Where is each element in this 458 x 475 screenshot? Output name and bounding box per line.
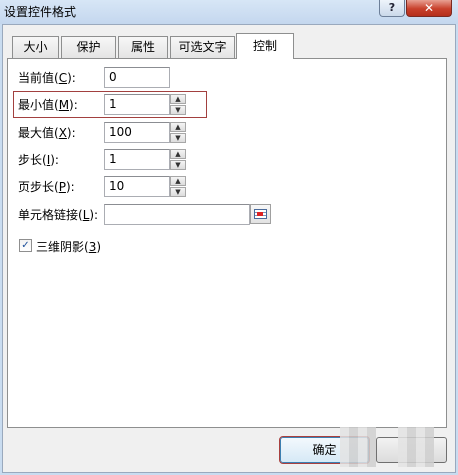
spin-up-icon[interactable]: ▲ [170,176,186,186]
help-button[interactable]: ? [379,0,405,17]
spin-down-icon[interactable]: ▼ [170,160,186,170]
spin-down-icon[interactable]: ▼ [170,187,186,197]
current-value-field[interactable]: 0 [104,67,170,88]
dialog-window: 设置控件格式 ? ✕ 大小 保护 属性 可选文字 控制 当前值(C): 0 最小… [0,0,458,475]
spin-down-icon[interactable]: ▼ [170,133,186,143]
spin-up-icon[interactable]: ▲ [170,94,186,104]
pixelated-overlay [398,427,434,467]
tab-properties[interactable]: 属性 [118,36,168,58]
spin-up-icon[interactable]: ▲ [170,149,186,159]
min-value-label: 最小值(M): [18,98,78,112]
tab-size[interactable]: 大小 [12,36,59,58]
cell-link-label: 单元格链接(L): [18,208,99,222]
spin-down-icon[interactable]: ▼ [170,105,186,115]
page-step-field[interactable]: 10 [104,176,170,197]
step-stepper[interactable]: ▲ ▼ [170,149,186,170]
tab-alt-text[interactable]: 可选文字 [170,36,235,58]
page-step-label: 页步长(P): [18,180,75,194]
shading-3d-checkbox[interactable]: ✓ [19,239,32,252]
tab-control[interactable]: 控制 [236,33,294,59]
cell-link-field[interactable] [104,204,250,225]
close-button[interactable]: ✕ [406,0,452,17]
max-value-stepper[interactable]: ▲ ▼ [170,122,186,143]
step-label: 步长(I): [18,153,59,167]
tab-protection[interactable]: 保护 [61,36,116,58]
current-value-label: 当前值(C): [18,71,76,85]
range-select-button[interactable] [250,204,271,224]
page-step-stepper[interactable]: ▲ ▼ [170,176,186,197]
spin-up-icon[interactable]: ▲ [170,122,186,132]
min-value-field[interactable]: 1 [104,94,170,115]
max-value-field[interactable]: 100 [104,122,170,143]
title-bar[interactable]: 设置控件格式 ? ✕ [0,0,458,24]
max-value-label: 最大值(X): [18,126,76,140]
window-title: 设置控件格式 [4,5,77,19]
min-value-stepper[interactable]: ▲ ▼ [170,94,186,115]
step-field[interactable]: 1 [104,149,170,170]
shading-3d-label[interactable]: 三维阴影(3) [36,238,101,255]
pixelated-overlay [340,427,376,467]
